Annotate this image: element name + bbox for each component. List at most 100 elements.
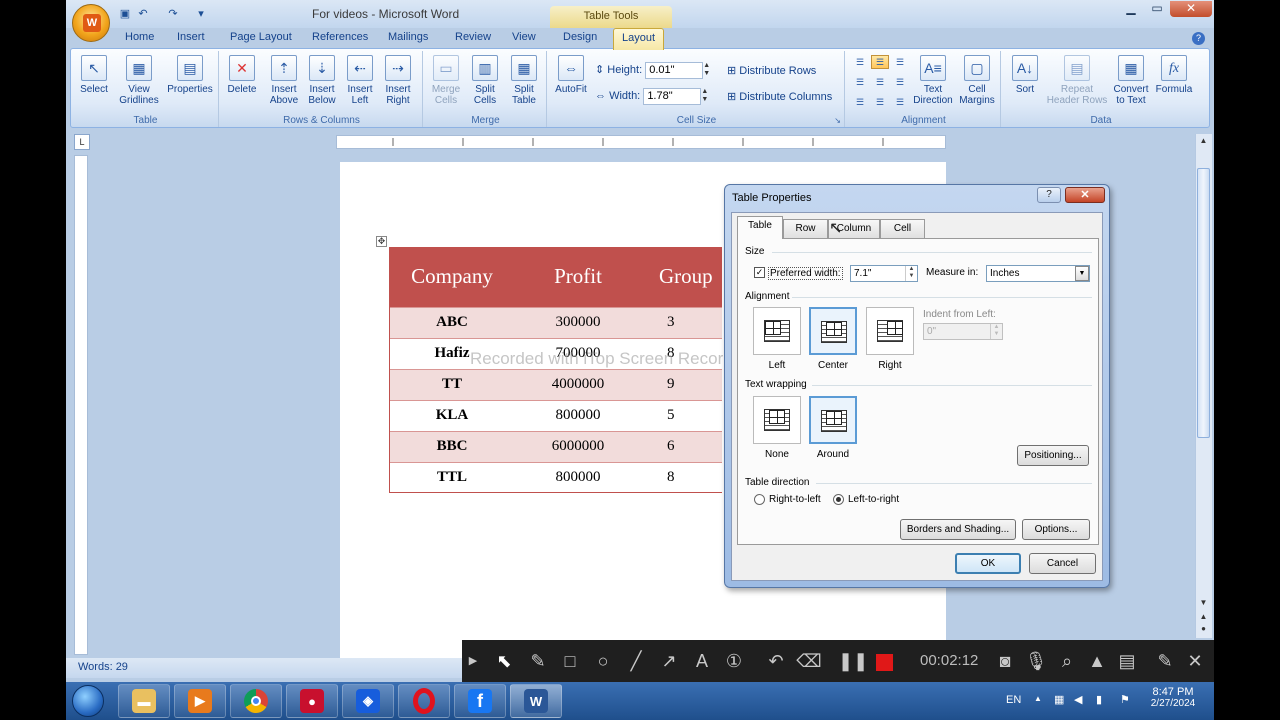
- sort-button[interactable]: A↓ Sort: [1005, 55, 1045, 95]
- convert-to-text-button[interactable]: ▦ Convert to Text: [1109, 55, 1153, 106]
- align-middle-center-icon[interactable]: ☰: [871, 75, 889, 89]
- repeat-header-rows-button[interactable]: ▤ Repeat Header Rows: [1045, 55, 1109, 106]
- ok-button[interactable]: OK: [955, 553, 1021, 574]
- scroll-thumb[interactable]: [1197, 168, 1210, 438]
- dropdown-arrow-icon[interactable]: ▼: [1075, 266, 1089, 281]
- right-to-left-radio[interactable]: [754, 494, 765, 505]
- split-table-button[interactable]: ▦ Split Table: [505, 55, 543, 106]
- number-tool-icon[interactable]: ①: [720, 640, 748, 682]
- restore-button[interactable]: ▭: [1144, 1, 1170, 17]
- properties-button[interactable]: ▤ Properties: [165, 55, 215, 95]
- cell-size-launcher-icon[interactable]: ↘: [834, 116, 841, 125]
- speaker-icon[interactable]: ◀: [1074, 693, 1082, 706]
- formula-button[interactable]: fx Formula: [1153, 55, 1195, 95]
- insert-left-button[interactable]: ⇠ Insert Left: [341, 55, 379, 106]
- cell-group[interactable]: 3: [641, 306, 722, 338]
- cell-profit[interactable]: 800000: [515, 461, 641, 493]
- prev-page-icon[interactable]: ▲: [1197, 612, 1210, 621]
- cancel-button[interactable]: Cancel: [1029, 553, 1096, 574]
- cell-group[interactable]: 6: [641, 430, 722, 462]
- align-middle-right-icon[interactable]: ☰: [891, 75, 909, 89]
- pause-icon[interactable]: ❚❚: [838, 640, 868, 682]
- taskbar-bitwarden[interactable]: ◈: [342, 684, 394, 718]
- width-input[interactable]: 1.78": [643, 87, 702, 105]
- network-icon[interactable]: ▦: [1054, 693, 1064, 706]
- height-input[interactable]: 0.01": [645, 61, 704, 79]
- line-tool-icon[interactable]: ╱: [622, 640, 650, 682]
- align-middle-left-icon[interactable]: ☰: [851, 75, 869, 89]
- taskbar-facebook[interactable]: f: [454, 684, 506, 718]
- word-count[interactable]: Words: 29: [78, 661, 128, 673]
- preferred-width-spinner[interactable]: ▲ ▼: [905, 266, 917, 281]
- action-center-icon[interactable]: ⚑: [1120, 693, 1130, 706]
- cell-group[interactable]: 9: [641, 368, 722, 400]
- left-to-right-radio[interactable]: [833, 494, 844, 505]
- tab-mailings[interactable]: Mailings: [388, 31, 428, 43]
- select-button[interactable]: ↖ Select: [77, 55, 111, 95]
- tab-home[interactable]: Home: [125, 31, 154, 43]
- header-group[interactable]: Group: [641, 247, 722, 307]
- positioning-button[interactable]: Positioning...: [1017, 445, 1089, 466]
- dialog-tab-cell[interactable]: Cell: [880, 219, 925, 238]
- align-bottom-right-icon[interactable]: ☰: [891, 95, 909, 109]
- zoom-icon[interactable]: ⌕: [1054, 640, 1080, 682]
- taskbar-chrome[interactable]: [230, 684, 282, 718]
- header-company[interactable]: Company: [389, 247, 515, 307]
- cell-profit[interactable]: 4000000: [515, 368, 641, 400]
- insert-right-button[interactable]: ⇢ Insert Right: [379, 55, 417, 106]
- tab-review[interactable]: Review: [455, 31, 491, 43]
- horizontal-ruler[interactable]: [336, 135, 946, 149]
- wrap-around-option[interactable]: [809, 396, 857, 444]
- align-bottom-left-icon[interactable]: ☰: [851, 95, 869, 109]
- office-button[interactable]: W: [72, 4, 110, 42]
- cell-profit[interactable]: 300000: [515, 306, 641, 338]
- customize-quick-access-icon[interactable]: ▾: [194, 7, 208, 21]
- scroll-up-icon[interactable]: ▲: [1197, 136, 1210, 145]
- document-table[interactable]: Company Profit Group ABC 300000 3 Hafiz …: [389, 247, 722, 493]
- indent-spinner[interactable]: ▲ ▼: [990, 324, 1002, 339]
- dialog-tab-table[interactable]: Table: [737, 216, 783, 239]
- clock[interactable]: 8:47 PM 2/27/2024: [1148, 686, 1198, 709]
- arrow-tool-icon[interactable]: ↗: [655, 640, 683, 682]
- header-profit[interactable]: Profit: [515, 247, 641, 307]
- align-center-option[interactable]: [809, 307, 857, 355]
- start-button[interactable]: [66, 682, 112, 720]
- dialog-close-button[interactable]: ✕: [1065, 187, 1105, 203]
- tab-view[interactable]: View: [512, 31, 536, 43]
- cell-company[interactable]: TT: [389, 368, 515, 400]
- help-icon[interactable]: ?: [1192, 32, 1205, 45]
- pointer-tool-icon[interactable]: ⬉: [490, 640, 518, 682]
- align-bottom-center-icon[interactable]: ☰: [871, 95, 889, 109]
- align-top-left-icon[interactable]: ☰: [851, 55, 869, 69]
- cell-group[interactable]: 5: [641, 399, 722, 431]
- pen-tool-icon[interactable]: ✎: [524, 640, 552, 682]
- tab-design[interactable]: Design: [563, 31, 597, 43]
- align-top-center-icon[interactable]: ☰: [871, 55, 889, 69]
- delete-button[interactable]: ✕ Delete: [225, 55, 259, 95]
- edit-icon[interactable]: ✎: [1152, 640, 1178, 682]
- borders-shading-button[interactable]: Borders and Shading...: [900, 519, 1016, 540]
- taskbar-media-player[interactable]: ▶: [174, 684, 226, 718]
- power-icon[interactable]: ▮: [1096, 693, 1102, 706]
- cell-profit[interactable]: 6000000: [515, 430, 641, 462]
- cell-company[interactable]: BBC: [389, 430, 515, 462]
- autofit-button[interactable]: ⇔ AutoFit: [551, 55, 591, 95]
- undo-icon[interactable]: ↶: [136, 7, 150, 21]
- cell-company[interactable]: KLA: [389, 399, 515, 431]
- browse-object-icon[interactable]: ●: [1197, 624, 1210, 633]
- scroll-down-icon[interactable]: ▼: [1197, 598, 1210, 607]
- ellipse-tool-icon[interactable]: ○: [589, 640, 617, 682]
- tab-layout[interactable]: Layout: [613, 28, 665, 50]
- tab-page-layout[interactable]: Page Layout: [230, 31, 292, 43]
- close-window-button[interactable]: ✕: [1170, 1, 1212, 17]
- minimize-button[interactable]: ▁: [1118, 1, 1144, 17]
- cell-company[interactable]: ABC: [389, 306, 515, 338]
- merge-cells-button[interactable]: ▭ Merge Cells: [427, 55, 465, 106]
- taskbar-recorder[interactable]: ●: [286, 684, 338, 718]
- insert-below-button[interactable]: ⇣ Insert Below: [303, 55, 341, 106]
- language-indicator[interactable]: EN: [1006, 694, 1021, 706]
- wrap-none-option[interactable]: [753, 396, 801, 444]
- vertical-ruler[interactable]: [74, 155, 88, 655]
- mute-mic-icon[interactable]: 🎙: [1023, 640, 1049, 682]
- dialog-help-button[interactable]: ?: [1037, 187, 1061, 203]
